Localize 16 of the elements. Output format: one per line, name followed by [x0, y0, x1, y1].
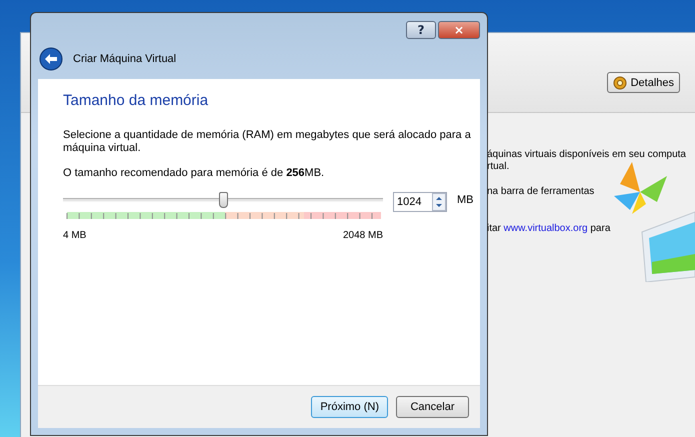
- recommendation-text: O tamanho recomendado para memória é de 256MB.: [63, 167, 326, 180]
- spinner-icon[interactable]: [432, 193, 446, 211]
- max-label: 2048 MB: [342, 230, 383, 241]
- info-text: áquinas virtuais disponíveis em seu computa: [487, 149, 687, 161]
- min-label: 4 MB: [63, 230, 86, 241]
- description-text: Selecione a quantidade de memória (RAM) em megabytes que será alocado para a máquina virtual.: [63, 129, 472, 155]
- cancel-button[interactable]: Cancelar: [396, 396, 469, 418]
- page-heading: Tamanho da memória: [63, 92, 210, 109]
- dialog-title: Criar Máquina Virtual: [73, 53, 176, 65]
- slider-thumb[interactable]: [219, 192, 228, 208]
- website-link[interactable]: www.virtualbox.org: [504, 223, 588, 234]
- back-icon[interactable]: [39, 47, 63, 71]
- details-button[interactable]: Detalhes: [606, 72, 680, 93]
- next-button[interactable]: Próximo (N): [311, 396, 388, 418]
- help-button[interactable]: ?: [406, 21, 436, 39]
- unit-label: MB: [457, 194, 474, 206]
